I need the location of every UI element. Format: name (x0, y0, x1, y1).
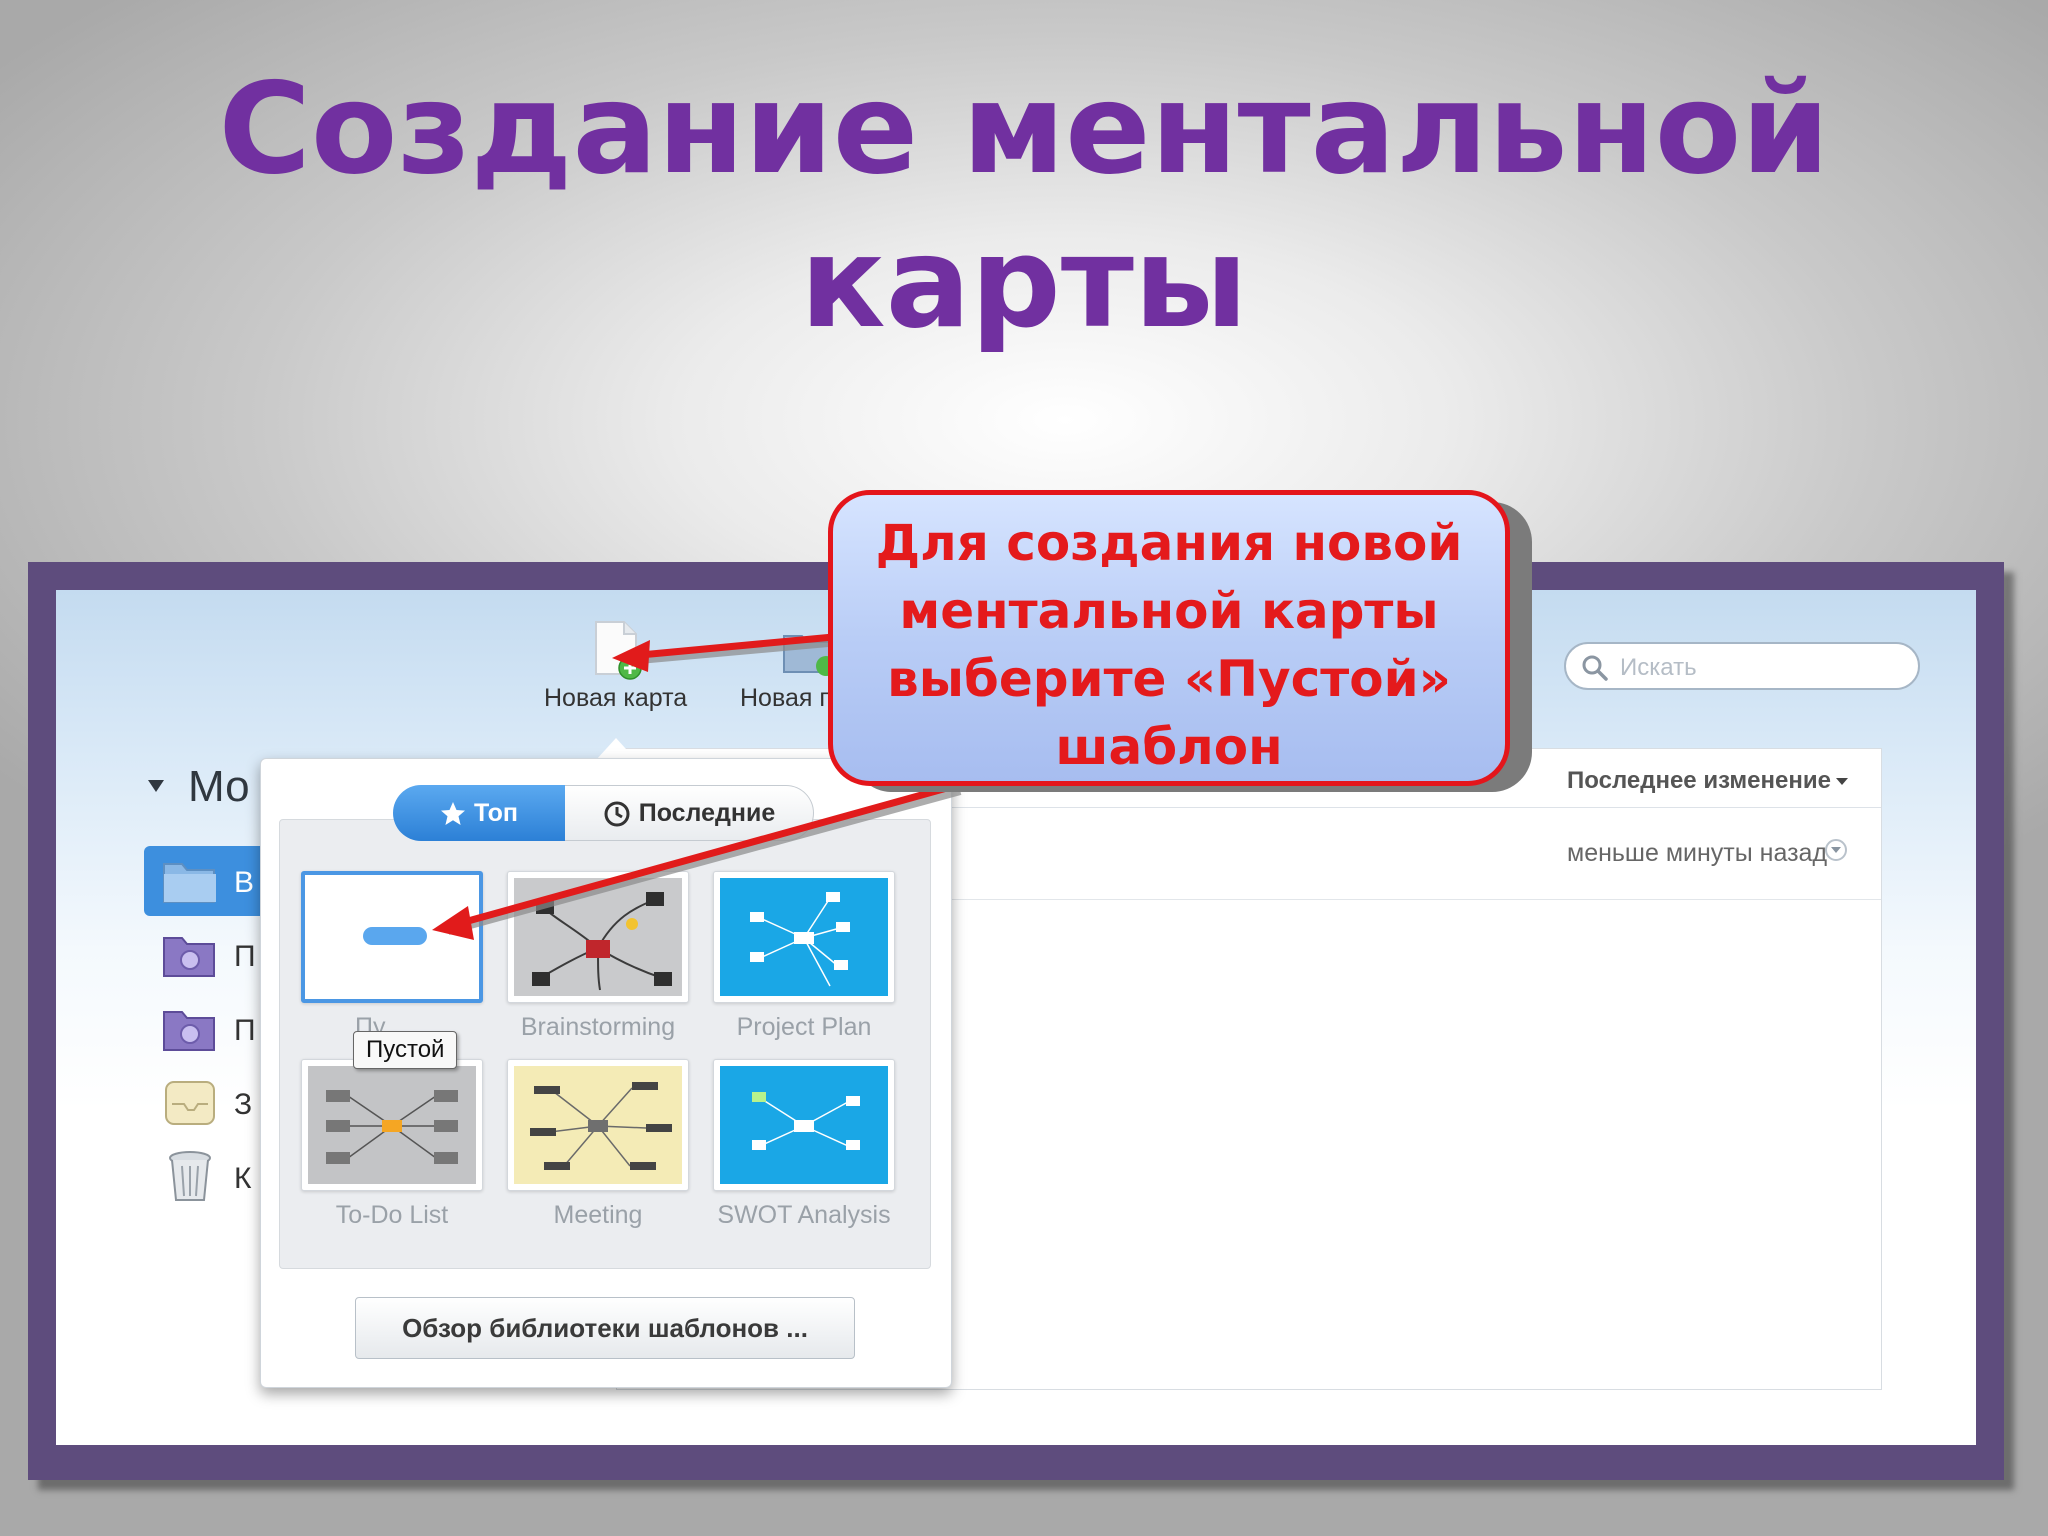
callout-line-3: выберите «Пустой» (887, 650, 1451, 708)
callout-line-4: шаблон (1055, 718, 1283, 776)
arrow-to-blank-template (432, 782, 962, 940)
callout-line-1: Для создания новой (875, 514, 1463, 572)
instruction-callout: Для создания новой ментальной карты выбе… (828, 490, 1510, 786)
callout-text: Для создания новой ментальной карты выбе… (833, 509, 1505, 781)
callout-line-2: ментальной карты (899, 582, 1439, 640)
arrow-to-new-map (612, 632, 851, 672)
